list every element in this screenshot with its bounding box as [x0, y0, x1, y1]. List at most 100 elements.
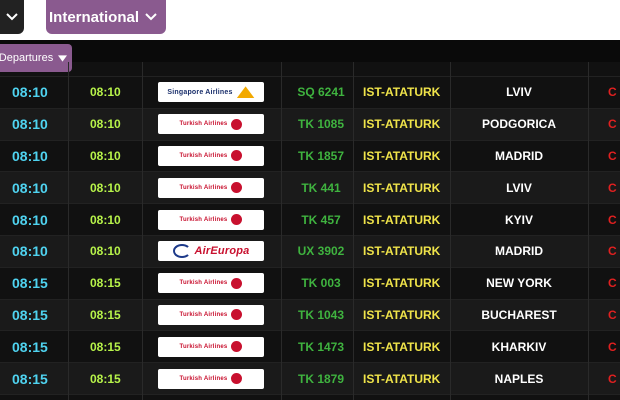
airline-logo-text: Turkish Airlines — [179, 375, 228, 382]
airline-logo-badge: Turkish Airlines — [158, 145, 264, 166]
flight-number: TK 1473 — [297, 339, 345, 354]
table-row[interactable]: 08:10 08:10 Turkish Airlines TK 457 IST-ATAT… — [0, 204, 620, 236]
caret-down-icon — [58, 54, 68, 62]
flight-status: C — [608, 307, 617, 322]
origin-airport: IST-ATATURK — [363, 276, 441, 291]
table-row[interactable]: 08:10 08:10 Turkish Airlines TK 441 IST-ATAT… — [0, 172, 620, 205]
table-row[interactable]: 08:15 08:15 Turkish Airlines TK 1043 IST-ATA… — [0, 299, 620, 332]
destination-city: MADRID — [495, 244, 543, 259]
airline-logo: Turkish Airlines — [157, 363, 265, 394]
airline-logo-badge: Turkish Airlines — [158, 273, 264, 294]
scheduled-time: 08:15 — [12, 275, 48, 292]
airline-logo: Turkish Airlines — [157, 204, 265, 235]
airline-logo-text: Turkish Airlines — [179, 152, 228, 159]
actual-time: 08:15 — [90, 371, 121, 386]
origin-airport: IST-ATATURK — [363, 85, 441, 100]
destination-city: KHARKIV — [491, 339, 547, 354]
table-row[interactable]: 08:10 08:10 Turkish Airlines TK 1857 IST-ATA… — [0, 140, 620, 173]
origin-airport: IST-ATATURK — [363, 339, 441, 354]
airline-logo: Turkish Airlines — [157, 141, 265, 172]
destination-city: NAPLES — [494, 371, 544, 386]
turkish-airlines-mark-icon — [231, 373, 243, 385]
origin-airport: IST-ATATURK — [363, 180, 441, 195]
actual-time: 08:10 — [90, 85, 121, 100]
airline-logo-badge: AirEuropa — [158, 241, 264, 262]
flight-number: TK 1085 — [297, 117, 345, 132]
flight-number: TK 457 — [301, 212, 341, 227]
destination-city: BUCHAREST — [481, 307, 557, 322]
flight-status: C — [608, 85, 617, 100]
flight-status: C — [608, 339, 617, 354]
scheduled-time: 08:15 — [12, 338, 48, 355]
departures-dropdown[interactable]: Departures — [0, 44, 72, 72]
flight-status: C — [608, 117, 617, 132]
table-row[interactable]: 08:10 08:10 Singapore Airlines SQ 6241 IST-A… — [0, 77, 620, 109]
flight-number: TK 1043 — [297, 307, 345, 322]
scheduled-time: 08:10 — [12, 84, 48, 101]
origin-airport: IST-ATATURK — [363, 307, 441, 322]
airline-logo-text: Turkish Airlines — [179, 184, 228, 191]
actual-time: 08:10 — [90, 148, 121, 163]
destination-city: NEW YORK — [486, 276, 552, 291]
airline-logo-badge: Turkish Airlines — [158, 304, 264, 325]
table-row[interactable]: 08:15 08:15 Turkish Airlines TK 1879 IST-ATA… — [0, 363, 620, 395]
airline-logo-text: Singapore Airlines — [167, 88, 233, 96]
scheduled-time: 08:15 — [12, 370, 48, 387]
flight-number: TK 003 — [301, 276, 341, 291]
column-divider — [142, 62, 143, 400]
actual-time: 08:15 — [90, 276, 121, 291]
turkish-airlines-mark-icon — [231, 150, 243, 162]
actual-time: 08:10 — [90, 244, 121, 259]
table-row[interactable]: 08:10 08:10 Turkish Airlines TK 1085 IST-ATA… — [0, 108, 620, 141]
column-divider — [588, 62, 589, 400]
airline-logo-text: AirEuropa — [194, 245, 250, 258]
destination-city: PODGORICA — [481, 117, 556, 132]
flight-number: SQ 6241 — [297, 85, 345, 100]
flight-status: C — [608, 244, 617, 259]
flight-number: UX 3902 — [297, 244, 345, 259]
airline-logo-badge: Singapore Airlines — [158, 82, 264, 103]
airline-logo-text: Turkish Airlines — [179, 121, 228, 128]
actual-time: 08:10 — [90, 180, 121, 195]
flight-number: TK 1857 — [297, 148, 345, 163]
airline-logo: Turkish Airlines — [157, 109, 265, 140]
turkish-airlines-mark-icon — [231, 341, 243, 353]
origin-airport: IST-ATATURK — [363, 212, 441, 227]
origin-airport: IST-ATATURK — [363, 244, 441, 259]
scheduled-time: 08:10 — [12, 147, 48, 164]
actual-time: 08:15 — [90, 307, 121, 322]
turkish-airlines-mark-icon — [231, 309, 243, 321]
column-divider — [281, 62, 282, 400]
chevron-down-icon — [145, 13, 157, 21]
airline-logo-text: Turkish Airlines — [179, 311, 228, 318]
airline-logo: Singapore Airlines — [157, 77, 265, 108]
table-row[interactable]: 08:10 08:10 AirEuropa UX 3902 IST-ATATURK MAD… — [0, 235, 620, 268]
actual-time: 08:10 — [90, 117, 121, 132]
table-row[interactable]: 08:15 08:15 Turkish Airlines TK 003 IST-ATAT… — [0, 267, 620, 300]
airline-logo: Turkish Airlines — [157, 172, 265, 203]
airline-logo-badge: Turkish Airlines — [158, 114, 264, 135]
table-row-partial — [0, 62, 620, 77]
airline-logo-badge: Turkish Airlines — [158, 368, 264, 389]
origin-airport: IST-ATATURK — [363, 371, 441, 386]
flight-status: C — [608, 148, 617, 163]
airline-logo-badge: Turkish Airlines — [158, 177, 264, 198]
column-divider — [450, 62, 451, 400]
origin-airport: IST-ATATURK — [363, 117, 441, 132]
flight-status: C — [608, 180, 617, 195]
tab-international[interactable]: International — [46, 0, 166, 34]
airline-logo-badge: Turkish Airlines — [158, 209, 264, 230]
flight-number: TK 441 — [301, 180, 341, 195]
table-row[interactable]: 08:15 08:15 Turkish Airlines TK 1473 IST-ATA… — [0, 331, 620, 364]
scheduled-time: 08:10 — [12, 243, 48, 260]
destination-city: LVIV — [506, 85, 532, 100]
airline-logo-badge: Turkish Airlines — [158, 336, 264, 357]
turkish-airlines-mark-icon — [231, 182, 243, 194]
column-divider — [68, 62, 69, 400]
airline-logo-text: Turkish Airlines — [179, 280, 228, 287]
airline-logo: Turkish Airlines — [157, 300, 265, 331]
flight-status: C — [608, 371, 617, 386]
turkish-airlines-mark-icon — [231, 277, 243, 289]
previous-tab[interactable] — [0, 0, 24, 34]
actual-time: 08:15 — [90, 339, 121, 354]
